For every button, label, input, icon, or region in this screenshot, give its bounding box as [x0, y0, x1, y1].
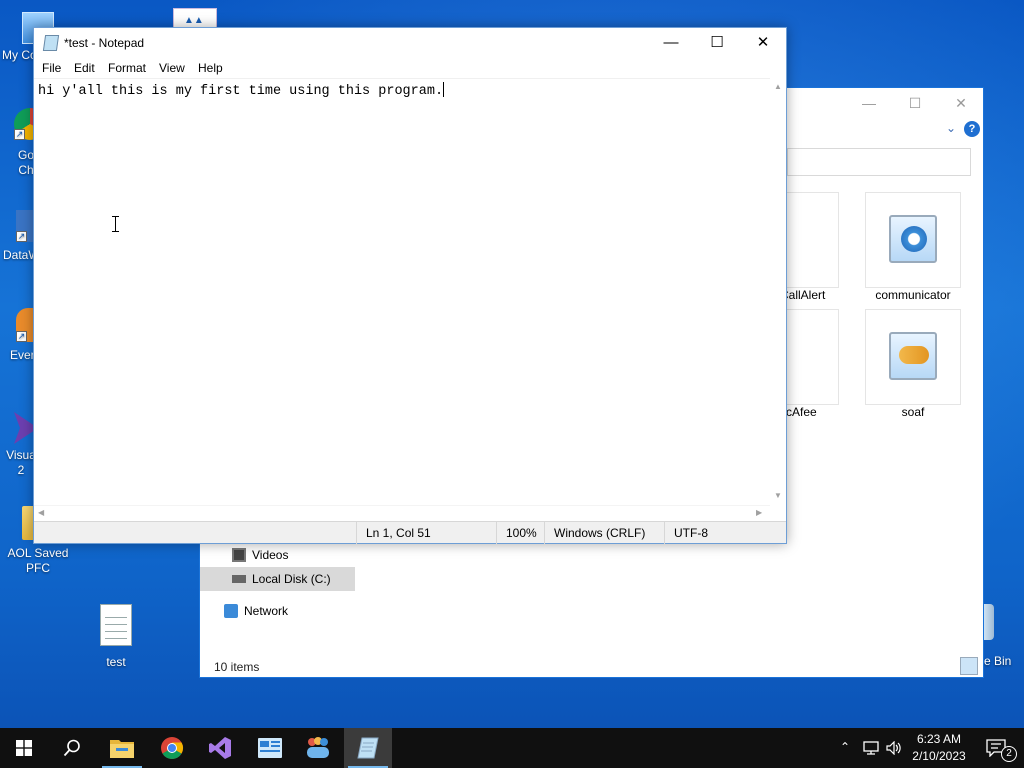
notepad-icon	[357, 737, 379, 759]
scroll-right-icon[interactable]: ▶	[756, 508, 762, 517]
scroll-left-icon[interactable]: ◀	[38, 508, 44, 517]
status-cursor-position: Ln 1, Col 51	[356, 522, 496, 544]
status-line-ending: Windows (CRLF)	[544, 522, 664, 544]
shortcut-arrow-icon: ↗	[16, 331, 27, 342]
details-view-button[interactable]	[938, 657, 956, 675]
visual-studio-icon	[209, 737, 231, 759]
vertical-scrollbar[interactable]: ▲ ▼	[770, 78, 786, 505]
window-title: *test - Notepad	[64, 36, 145, 50]
explorer-close-button[interactable]: ✕	[938, 92, 984, 114]
taskbar-visual-studio[interactable]	[196, 728, 244, 768]
editor-text: hi y'all this is my first time using thi…	[38, 84, 444, 99]
taskbar-chrome[interactable]	[148, 728, 196, 768]
network-icon[interactable]	[863, 741, 879, 755]
network-icon	[224, 604, 238, 618]
notepad-icon	[42, 35, 60, 51]
minimize-button[interactable]: —	[648, 28, 694, 58]
nav-item-label: Videos	[252, 548, 289, 562]
communicator-icon	[889, 215, 937, 263]
clock-date: 2/10/2023	[912, 749, 966, 763]
image-icon: ▲▲	[184, 15, 204, 26]
explorer-maximize-button[interactable]: ☐	[892, 92, 938, 114]
explorer-tile-label: communicator	[875, 288, 951, 302]
status-zoom: 100%	[496, 522, 544, 544]
action-center-button[interactable]: 2	[976, 728, 1024, 768]
menu-bar: File Edit Format View Help	[34, 58, 786, 78]
scroll-down-icon[interactable]: ▼	[774, 491, 782, 500]
soaf-icon	[889, 332, 937, 380]
people-app-icon	[307, 737, 329, 758]
people-icon	[899, 346, 929, 364]
explorer-search-box[interactable]	[787, 148, 971, 176]
ribbon-expand-chevron-icon[interactable]: ⌄	[946, 121, 956, 135]
communicator-logo-icon	[901, 226, 927, 252]
ibeam-cursor-icon	[112, 216, 119, 232]
explorer-tile-label: cAfee	[786, 405, 817, 419]
desktop-icon-recycle-bin[interactable]: e Bin	[984, 604, 1024, 669]
nav-item-label: Local Disk (C:)	[252, 572, 331, 586]
nav-item-videos[interactable]: Videos	[200, 543, 355, 567]
desktop-icon-label: test	[106, 655, 126, 669]
maximize-button[interactable]: ☐	[694, 28, 740, 58]
taskbar: ⌃ 6:23 AM 2/10/2023 2	[0, 728, 1024, 768]
file-explorer-icon	[110, 740, 134, 758]
search-icon	[63, 739, 80, 757]
nav-item-local-disk[interactable]: Local Disk (C:)	[200, 567, 355, 591]
scroll-up-icon[interactable]: ▲	[774, 82, 782, 91]
clock-time: 6:23 AM	[916, 732, 962, 746]
notepad-title-bar[interactable]: *test - Notepad — ☐ ✕	[34, 28, 786, 58]
notification-count-badge: 2	[1001, 746, 1017, 762]
explorer-tile-label: soaf	[901, 405, 925, 419]
nav-item-network[interactable]: Network	[200, 599, 355, 623]
system-tray: ⌃	[836, 728, 906, 768]
text-editor-area[interactable]: hi y'all this is my first time using thi…	[34, 78, 770, 530]
drive-icon	[232, 575, 246, 583]
menu-file[interactable]: File	[38, 60, 65, 77]
start-button[interactable]	[0, 728, 48, 768]
nav-item-label: Network	[244, 604, 289, 618]
menu-view[interactable]: View	[155, 60, 189, 77]
show-hidden-icons-chevron-icon[interactable]: ⌃	[840, 740, 850, 754]
explorer-tile-soaf[interactable]	[865, 309, 961, 405]
contacts-app-icon	[258, 738, 282, 758]
video-folder-icon	[232, 548, 246, 562]
explorer-tile-label: CallAlert	[780, 288, 826, 302]
horizontal-scrollbar[interactable]: ◀ ▶	[34, 505, 770, 521]
volume-icon[interactable]	[886, 741, 902, 755]
shortcut-arrow-icon: ↗	[14, 129, 25, 140]
search-button[interactable]	[48, 728, 96, 768]
taskbar-people-app[interactable]	[294, 728, 342, 768]
taskbar-notepad[interactable]	[344, 728, 392, 768]
status-encoding: UTF-8	[664, 522, 784, 544]
windows-start-icon	[16, 740, 32, 756]
notepad-window[interactable]: *test - Notepad — ☐ ✕ File Edit Format V…	[33, 27, 787, 544]
taskbar-contacts-app[interactable]	[246, 728, 294, 768]
chrome-icon	[161, 737, 183, 759]
text-file-icon	[100, 604, 132, 646]
explorer-tile-communicator[interactable]	[865, 192, 961, 288]
explorer-minimize-button[interactable]: —	[846, 92, 892, 114]
close-button[interactable]: ✕	[740, 28, 786, 58]
desktop-icon-partial[interactable]: ▲▲	[173, 8, 217, 28]
desktop-icon-label: e Bin	[984, 654, 1012, 668]
taskbar-file-explorer[interactable]	[98, 728, 146, 768]
status-bar: Ln 1, Col 51 100% Windows (CRLF) UTF-8	[34, 521, 786, 544]
shortcut-arrow-icon: ↗	[16, 231, 27, 242]
menu-format[interactable]: Format	[104, 60, 150, 77]
desktop-icon-test[interactable]: test	[78, 604, 154, 670]
menu-edit[interactable]: Edit	[70, 60, 99, 77]
menu-help[interactable]: Help	[194, 60, 227, 77]
recycle-bin-icon	[984, 604, 994, 640]
taskbar-clock[interactable]: 6:23 AM 2/10/2023	[906, 731, 972, 765]
help-icon[interactable]: ?	[964, 121, 980, 137]
text-caret	[443, 82, 445, 97]
large-icons-view-button[interactable]	[960, 657, 978, 675]
desktop-icon-label: AOL Saved PFC	[7, 546, 69, 575]
explorer-status-text: 10 items	[214, 660, 260, 674]
